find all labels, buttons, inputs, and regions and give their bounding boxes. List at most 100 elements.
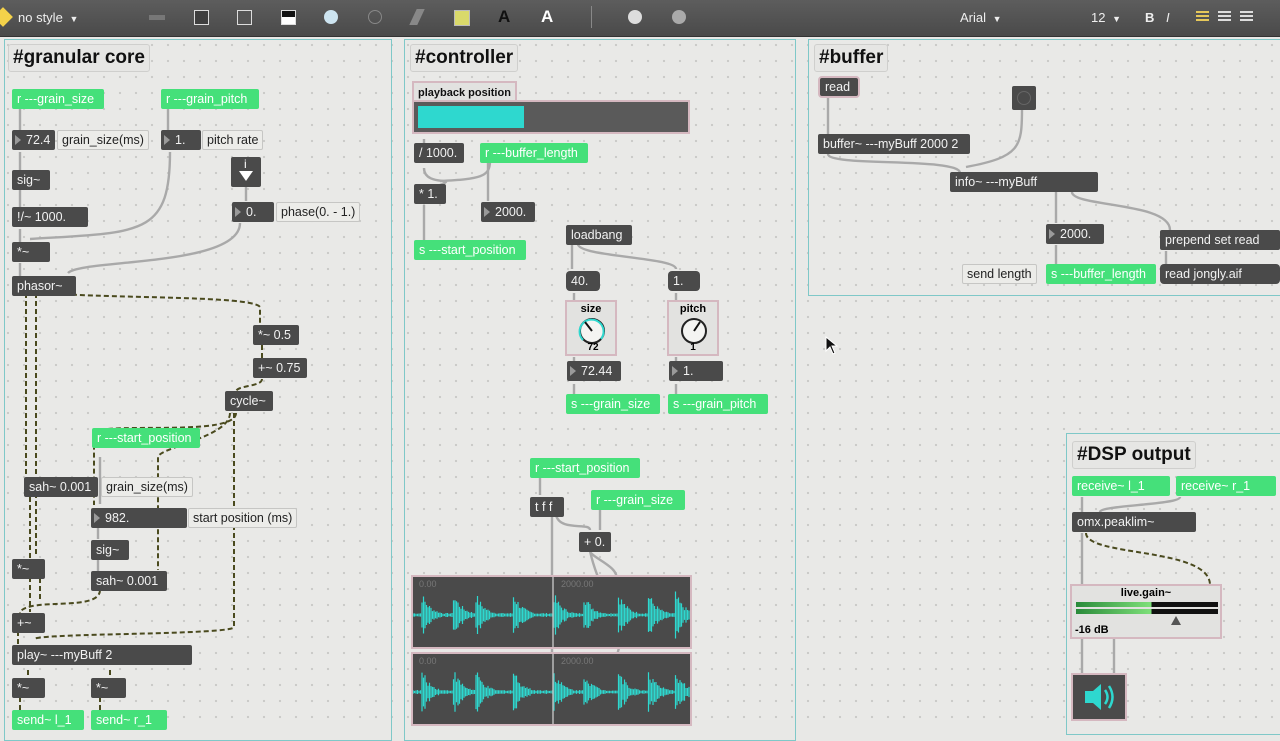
toggle-i-button[interactable]: i (231, 157, 261, 187)
gain-db-value: -16 dB (1075, 624, 1109, 636)
send-grain-size[interactable]: s ---grain_size (566, 394, 660, 414)
buffer-panel (808, 39, 1280, 296)
gradient-icon[interactable] (409, 9, 425, 25)
patcher-canvas[interactable]: #granular core r ---grain_size r ---grai… (0, 37, 1280, 741)
align-left-icon[interactable] (1196, 11, 1209, 23)
mul-object[interactable]: *~ (12, 242, 50, 262)
buffer-length-number[interactable]: 2000. (481, 202, 535, 222)
pitch-rate-comment: pitch rate (202, 130, 264, 150)
mouse-cursor-icon (825, 336, 839, 355)
mul-object-4[interactable]: *~ (91, 678, 126, 698)
pitch-number[interactable]: 1. (669, 361, 723, 381)
box-outline-icon[interactable] (194, 10, 209, 25)
read-message[interactable]: read (818, 76, 860, 98)
divider-line-icon[interactable] (149, 15, 165, 20)
send-grain-pitch[interactable]: s ---grain_pitch (668, 394, 768, 414)
send-right[interactable]: send~ r_1 (91, 710, 167, 730)
chevron-down-icon: ▼ (1112, 14, 1122, 24)
align-center-icon[interactable] (1218, 11, 1231, 23)
buffer-title: #buffer (814, 44, 889, 72)
div-1000-object[interactable]: !/~ 1000. (12, 207, 88, 227)
style-menu[interactable]: no style ▼ (18, 10, 78, 25)
send-left[interactable]: send~ l_1 (12, 710, 84, 730)
send-length-comment: send length (962, 264, 1037, 284)
font-size-menu[interactable]: 12 ▼ (1091, 10, 1121, 25)
live-gain-slider[interactable]: live.gain~ -16 dB (1070, 584, 1222, 639)
receive-grain-size-2[interactable]: r ---grain_size (591, 490, 685, 510)
prepend-object[interactable]: prepend set read (1160, 230, 1280, 250)
align-right-icon[interactable] (1240, 11, 1253, 23)
info-object[interactable]: info~ ---myBuff (950, 172, 1098, 192)
playback-position-slider[interactable] (412, 100, 690, 134)
loadbang-object[interactable]: loadbang (566, 225, 632, 245)
cycle-object[interactable]: cycle~ (225, 391, 273, 411)
receive-grain-size[interactable]: r ---grain_size (12, 89, 104, 109)
receive-right[interactable]: receive~ r_1 (1176, 476, 1276, 496)
sig-object-2[interactable]: sig~ (91, 540, 129, 560)
pitch-number[interactable]: 1. (161, 130, 201, 150)
start-position-comment: start position (ms) (188, 508, 298, 528)
div-1000-object[interactable]: / 1000. (414, 143, 464, 163)
live-gain-label: live.gain~ (1120, 587, 1172, 599)
buffer-length-number-2[interactable]: 2000. (1046, 224, 1104, 244)
lock-diamond-icon[interactable] (0, 7, 13, 27)
sig-object[interactable]: sig~ (12, 170, 50, 190)
pitch-1-message[interactable]: 1. (668, 271, 700, 291)
receive-left[interactable]: receive~ l_1 (1072, 476, 1170, 496)
pitch-dial[interactable]: pitch 1 (667, 300, 719, 356)
font-menu[interactable]: Arial ▼ (960, 10, 1002, 25)
text-bg-color-icon[interactable]: A (541, 7, 553, 27)
size-number[interactable]: 72.44 (567, 361, 621, 381)
buffer-object[interactable]: buffer~ ---myBuff 2000 2 (818, 134, 970, 154)
waveform-1-trace (413, 577, 690, 647)
bang-button[interactable] (1012, 86, 1036, 110)
size-dial[interactable]: size 72 (565, 300, 617, 356)
phasor-object[interactable]: phasor~ (12, 276, 76, 296)
toggle-i-label: i (244, 157, 247, 171)
sah-object-1[interactable]: sah~ 0.001 (24, 477, 98, 497)
mul-half-object[interactable]: *~ 0.5 (253, 325, 299, 345)
controller-title: #controller (410, 44, 519, 72)
add-object[interactable]: +~ (12, 613, 45, 633)
receive-start-position-2[interactable]: r ---start_position (530, 458, 640, 478)
send-start-position[interactable]: s ---start_position (414, 240, 526, 260)
bold-button[interactable]: B (1145, 10, 1154, 25)
sah-object-2[interactable]: sah~ 0.001 (91, 571, 167, 591)
peaklim-object[interactable]: omx.peaklim~ (1072, 512, 1196, 532)
font-name: Arial (960, 10, 987, 25)
mul-object-2[interactable]: *~ (12, 559, 45, 579)
mul-1-object[interactable]: * 1. (414, 184, 446, 204)
grain-size-number[interactable]: 72.4 (12, 130, 55, 150)
circle-white-icon[interactable] (628, 10, 642, 24)
trigger-tff-object[interactable]: t f f (530, 497, 564, 517)
circle-grey-icon[interactable] (672, 10, 686, 24)
ezdac-button[interactable] (1071, 673, 1127, 721)
receive-grain-pitch[interactable]: r ---grain_pitch (161, 89, 259, 109)
read-file-message[interactable]: read jongly.aif (1160, 264, 1280, 284)
receive-buffer-length[interactable]: r ---buffer_length (480, 143, 588, 163)
waveform-1-start-time: 0.00 (419, 579, 437, 589)
waveform-display-2[interactable]: 0.00 2000.00 (411, 652, 692, 726)
box-filled-icon[interactable] (237, 10, 252, 25)
add-075-object[interactable]: +~ 0.75 (253, 358, 307, 378)
receive-start-position[interactable]: r ---start_position (92, 428, 200, 448)
send-buffer-length[interactable]: s ---buffer_length (1046, 264, 1156, 284)
circle-fill-icon[interactable] (324, 10, 338, 24)
text-color-icon[interactable]: A (498, 7, 510, 27)
speaker-icon (1085, 684, 1114, 710)
color-swatch-icon[interactable] (454, 10, 470, 26)
mul-object-3[interactable]: *~ (12, 678, 45, 698)
waveform-display-1[interactable]: 0.00 2000.00 (411, 575, 692, 649)
italic-button[interactable]: I (1166, 10, 1170, 25)
size-40-message[interactable]: 40. (566, 271, 600, 291)
add-0-object[interactable]: + 0. (579, 532, 611, 552)
waveform-2-end-time: 2000.00 (561, 656, 594, 666)
size-dial-value: 72 (587, 342, 599, 353)
start-position-number[interactable]: 982. (91, 508, 187, 528)
play-object[interactable]: play~ ---myBuff 2 (12, 645, 192, 665)
box-half-icon[interactable] (281, 10, 296, 25)
phase-number[interactable]: 0. (232, 202, 274, 222)
circle-outline-icon[interactable] (368, 10, 382, 24)
style-label: no style (18, 10, 63, 25)
grain-size-comment: grain_size(ms) (57, 130, 149, 150)
